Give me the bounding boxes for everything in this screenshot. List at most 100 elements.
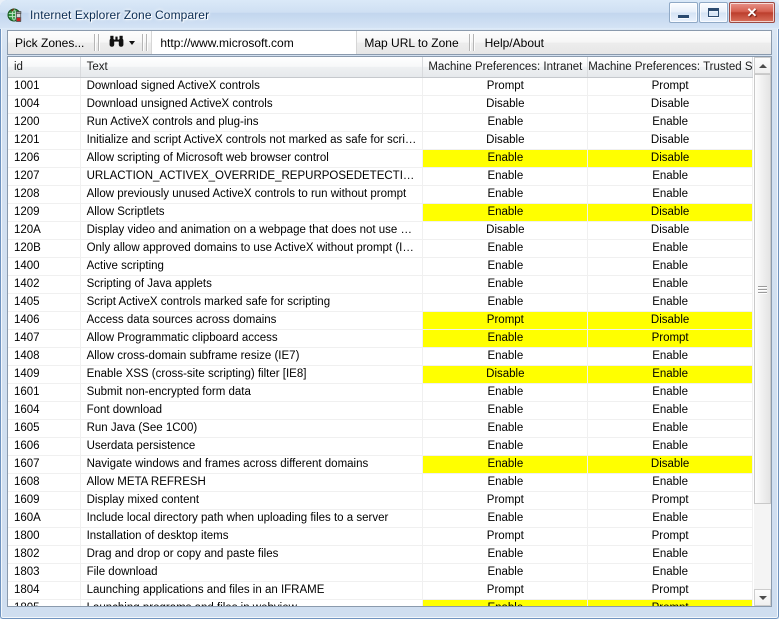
table-row[interactable]: 120A Display video and animation on a web… bbox=[8, 221, 753, 240]
url-input[interactable]: http://www.microsoft.com bbox=[151, 31, 358, 54]
globe-hammer-icon bbox=[7, 7, 24, 24]
arrow-up-icon bbox=[758, 63, 767, 68]
cell-id: 1402 bbox=[8, 275, 81, 294]
table-row[interactable]: 1802 Drag and drop or copy and paste file… bbox=[8, 545, 753, 564]
cell-intranet-value: Disable bbox=[422, 365, 589, 384]
table-row[interactable]: 160A Include local directory path when up… bbox=[8, 509, 753, 528]
cell-trusted-sites-value: Prompt bbox=[587, 491, 753, 510]
cell-id: 1405 bbox=[8, 293, 81, 312]
cell-intranet-value: Enable bbox=[422, 239, 589, 258]
cell-trusted-sites-value: Enable bbox=[587, 293, 753, 312]
table-row[interactable]: 1604 Font download Enable Enable bbox=[8, 401, 753, 420]
cell-text: Installation of desktop items bbox=[80, 527, 424, 546]
table-row[interactable]: 1405 Script ActiveX controls marked safe … bbox=[8, 293, 753, 312]
table-row[interactable]: 1209 Allow Scriptlets Enable Disable bbox=[8, 203, 753, 222]
table-row[interactable]: 1400 Active scripting Enable Enable bbox=[8, 257, 753, 276]
cell-intranet-value: Enable bbox=[422, 437, 589, 456]
cell-id: 1605 bbox=[8, 419, 81, 438]
column-header-trusted-sites[interactable]: Machine Preferences: Trusted Sites bbox=[587, 57, 753, 78]
map-url-to-zone-button[interactable]: Map URL to Zone bbox=[357, 31, 465, 54]
table-row[interactable]: 1608 Allow META REFRESH Enable Enable bbox=[8, 473, 753, 492]
cell-trusted-sites-value: Prompt bbox=[587, 527, 753, 546]
maximize-icon bbox=[708, 8, 719, 17]
table-row[interactable]: 1804 Launching applications and files in … bbox=[8, 581, 753, 600]
cell-text: Access data sources across domains bbox=[80, 311, 424, 330]
cell-trusted-sites-value: Enable bbox=[587, 257, 753, 276]
cell-text: Run ActiveX controls and plug-ins bbox=[80, 113, 424, 132]
table-row[interactable]: 1200 Run ActiveX controls and plug-ins Ena… bbox=[8, 113, 753, 132]
maximize-button[interactable] bbox=[699, 2, 728, 23]
scrollbar-track[interactable] bbox=[754, 74, 771, 589]
table-row[interactable]: 120B Only allow approved domains to use A… bbox=[8, 239, 753, 258]
cell-text: File download bbox=[80, 563, 424, 582]
scroll-up-button[interactable] bbox=[754, 57, 771, 74]
table-row[interactable]: 1206 Allow scripting of Microsoft web bro… bbox=[8, 149, 753, 168]
cell-id: 120A bbox=[8, 221, 81, 240]
column-header-intranet[interactable]: Machine Preferences: Intranet bbox=[422, 57, 589, 78]
cell-text: Download unsigned ActiveX controls bbox=[80, 95, 424, 114]
binoculars-icon bbox=[109, 35, 124, 51]
cell-text: Allow cross-domain subframe resize (IE7) bbox=[80, 347, 424, 366]
cell-trusted-sites-value: Prompt bbox=[587, 77, 753, 96]
table-row[interactable]: 1409 Enable XSS (cross-site scripting) fi… bbox=[8, 365, 753, 384]
column-header-id[interactable]: id bbox=[8, 57, 81, 78]
help-about-button[interactable]: Help/About bbox=[478, 31, 551, 54]
vertical-scrollbar[interactable] bbox=[753, 57, 771, 606]
cell-text: Run Java (See 1C00) bbox=[80, 419, 424, 438]
search-zone-button[interactable] bbox=[103, 31, 139, 54]
cell-id: 1407 bbox=[8, 329, 81, 348]
cell-id: 1207 bbox=[8, 167, 81, 186]
table-row[interactable]: 1606 Userdata persistence Enable Enable bbox=[8, 437, 753, 456]
cell-intranet-value: Enable bbox=[422, 275, 589, 294]
cell-text: Submit non-encrypted form data bbox=[80, 383, 424, 402]
cell-text: Allow META REFRESH bbox=[80, 473, 424, 492]
table-row[interactable]: 1800 Installation of desktop items Prompt P… bbox=[8, 527, 753, 546]
window-controls: ✕ bbox=[668, 2, 775, 23]
cell-trusted-sites-value: Prompt bbox=[587, 581, 753, 600]
close-button[interactable]: ✕ bbox=[729, 2, 775, 23]
minimize-icon bbox=[678, 14, 689, 18]
chevron-down-icon[interactable] bbox=[129, 40, 136, 45]
table-row[interactable]: 1201 Initialize and script ActiveX contro… bbox=[8, 131, 753, 150]
table-row[interactable]: 1407 Allow Programmatic clipboard access E… bbox=[8, 329, 753, 348]
minimize-button[interactable] bbox=[669, 2, 698, 23]
pick-zones-button[interactable]: Pick Zones... bbox=[8, 31, 91, 54]
table-body: 1001 Download signed ActiveX controls Prom… bbox=[8, 77, 753, 606]
table-row[interactable]: 1207 URLACTION_ACTIVEX_OVERRIDE_REPURPOSE… bbox=[8, 167, 753, 186]
cell-intranet-value: Prompt bbox=[422, 311, 589, 330]
scrollbar-thumb[interactable] bbox=[754, 74, 771, 504]
cell-intranet-value: Enable bbox=[422, 293, 589, 312]
table-row[interactable]: 1001 Download signed ActiveX controls Prom… bbox=[8, 77, 753, 96]
cell-intranet-value: Enable bbox=[422, 383, 589, 402]
cell-intranet-value: Prompt bbox=[422, 527, 589, 546]
table-row[interactable]: 1607 Navigate windows and frames across d… bbox=[8, 455, 753, 474]
column-header-text[interactable]: Text bbox=[80, 57, 424, 78]
cell-trusted-sites-value: Enable bbox=[587, 185, 753, 204]
table-row[interactable]: 1803 File download Enable Enable bbox=[8, 563, 753, 582]
scroll-down-button[interactable] bbox=[754, 589, 771, 606]
grip-icon bbox=[758, 284, 767, 295]
cell-trusted-sites-value: Enable bbox=[587, 563, 753, 582]
table-row[interactable]: 1208 Allow previously unused ActiveX cont… bbox=[8, 185, 753, 204]
cell-text: Initialize and script ActiveX controls n… bbox=[80, 131, 424, 150]
table-row[interactable]: 1609 Display mixed content Prompt Prompt bbox=[8, 491, 753, 510]
cell-text: Launching applications and files in an I… bbox=[80, 581, 424, 600]
table-row[interactable]: 1605 Run Java (See 1C00) Enable Enable bbox=[8, 419, 753, 438]
title-bar[interactable]: Internet Explorer Zone Comparer ✕ bbox=[0, 0, 779, 29]
table-row[interactable]: 1402 Scripting of Java applets Enable Enabl… bbox=[8, 275, 753, 294]
cell-trusted-sites-value: Enable bbox=[587, 365, 753, 384]
table-row[interactable]: 1408 Allow cross-domain subframe resize (… bbox=[8, 347, 753, 366]
cell-intranet-value: Enable bbox=[422, 347, 589, 366]
table-row[interactable]: 1004 Download unsigned ActiveX controls Di… bbox=[8, 95, 753, 114]
cell-text: URLACTION_ACTIVEX_OVERRIDE_REPURPOSEDETE… bbox=[80, 167, 424, 186]
cell-intranet-value: Enable bbox=[422, 563, 589, 582]
table-row[interactable]: 1601 Submit non-encrypted form data Enable… bbox=[8, 383, 753, 402]
table-row[interactable]: 1805Launching programs and files in webv… bbox=[8, 599, 753, 606]
arrow-down-icon bbox=[758, 595, 767, 600]
cell-intranet-value: Prompt bbox=[422, 581, 589, 600]
cell-intranet-value: Enable bbox=[422, 113, 589, 132]
cell-trusted-sites-value: Enable bbox=[587, 167, 753, 186]
cell-intranet-value: Enable bbox=[422, 167, 589, 186]
cell-intranet-value: Disable bbox=[422, 95, 589, 114]
table-row[interactable]: 1406 Access data sources across domains Pr… bbox=[8, 311, 753, 330]
